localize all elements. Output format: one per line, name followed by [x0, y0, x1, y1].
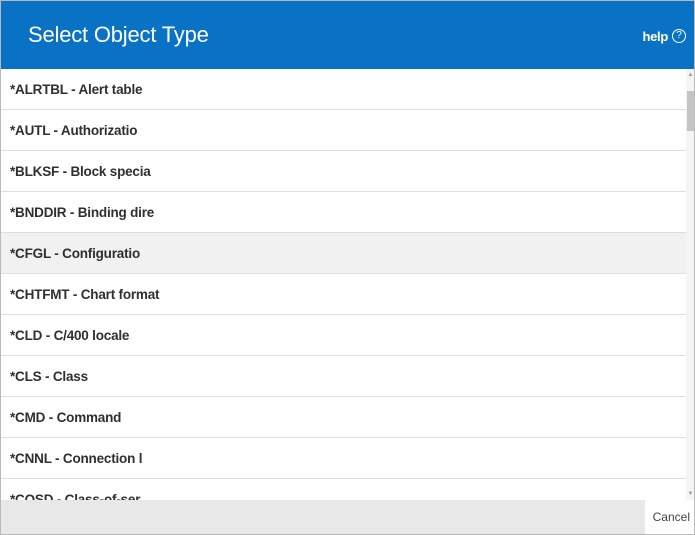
- vertical-scrollbar[interactable]: ▲ ▼: [686, 69, 694, 500]
- dialog-footer: Cancel: [1, 500, 694, 534]
- list-item[interactable]: *ALRTBL - Alert table: [1, 69, 686, 110]
- scroll-down-arrow-icon[interactable]: ▼: [687, 490, 694, 498]
- help-link[interactable]: help ?: [642, 27, 686, 45]
- list-item[interactable]: *CHTFMT - Chart format: [1, 274, 686, 315]
- dialog-header: Select Object Type help ?: [1, 1, 694, 69]
- list-item[interactable]: *COSD - Class-of-ser: [1, 479, 686, 500]
- list-item[interactable]: *AUTL - Authorizatio: [1, 110, 686, 151]
- list-item[interactable]: *BNDDIR - Binding dire: [1, 192, 686, 233]
- list-item[interactable]: *CNNL - Connection l: [1, 438, 686, 479]
- scroll-up-arrow-icon[interactable]: ▲: [687, 71, 694, 79]
- question-circle-icon[interactable]: ?: [672, 29, 686, 43]
- list-item[interactable]: *CLS - Class: [1, 356, 686, 397]
- cancel-button[interactable]: Cancel: [644, 500, 694, 534]
- dialog-title: Select Object Type: [28, 22, 209, 47]
- list-item[interactable]: *CMD - Command: [1, 397, 686, 438]
- object-type-list[interactable]: *ALRTBL - Alert table *AUTL - Authorizati…: [1, 69, 686, 500]
- list-item[interactable]: *CFGL - Configuratio: [1, 233, 686, 274]
- help-label[interactable]: help: [642, 29, 668, 44]
- list-item[interactable]: *CLD - C/400 locale: [1, 315, 686, 356]
- select-object-type-dialog: Select Object Type help ? *ALRTBL - Aler…: [0, 0, 695, 535]
- scrollbar-thumb[interactable]: [687, 91, 694, 131]
- list-item[interactable]: *BLKSF - Block specia: [1, 151, 686, 192]
